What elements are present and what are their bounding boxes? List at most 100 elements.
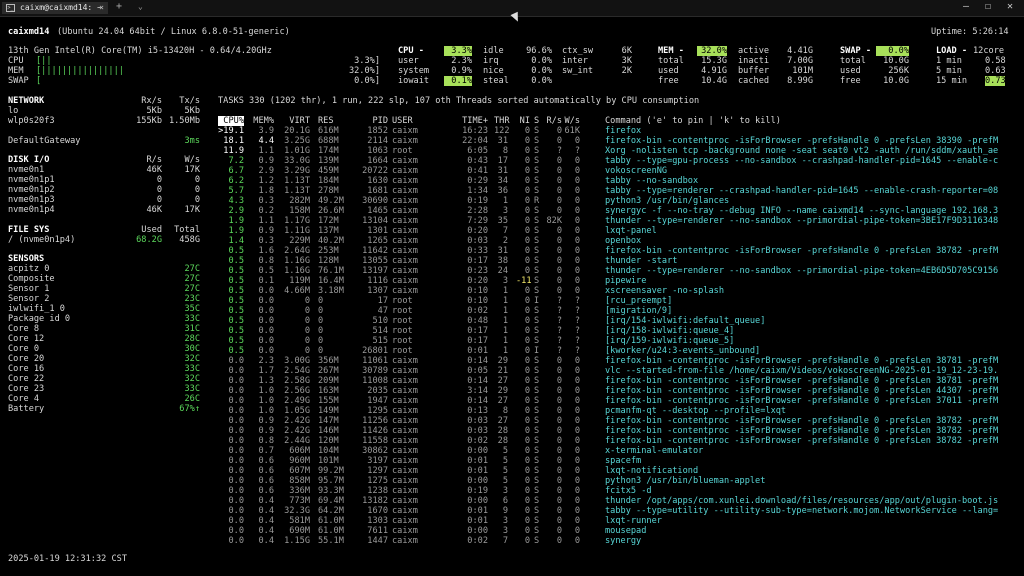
minimize-button[interactable]: — <box>963 1 969 12</box>
process-read-rate: 0 <box>556 436 562 446</box>
process-pid: 1238 <box>367 486 388 496</box>
process-mem-pct: 0.0 <box>258 336 274 346</box>
process-virt: 606M <box>289 446 310 456</box>
process-threads: 35 <box>497 216 508 226</box>
column-header-cpu-pct[interactable]: CPU% <box>218 116 244 126</box>
column-header-state[interactable]: S <box>534 116 542 126</box>
process-pid: 1630 <box>367 176 388 186</box>
swap-free-label: free <box>840 76 861 86</box>
column-header-command[interactable]: Command ('e' to pin | 'k' to kill) <box>605 116 781 126</box>
process-threads: 5 <box>502 476 508 486</box>
column-header-res[interactable]: RES <box>318 116 346 126</box>
process-nice: 0 <box>524 126 530 136</box>
default-gateway-value: 3ms <box>184 136 200 146</box>
process-time: 0:01 <box>467 466 488 476</box>
process-res: 128M <box>318 256 339 266</box>
process-res: 0 <box>318 296 324 306</box>
dropdown-icon[interactable]: ⌄ <box>138 2 143 11</box>
column-header-pid[interactable]: PID <box>350 116 388 126</box>
process-res: 104M <box>318 446 339 456</box>
process-nice: 0 <box>524 306 530 316</box>
process-nice: 0 <box>524 516 530 526</box>
sensor-value: 31C <box>184 324 200 334</box>
mem-used-value: 4.91G <box>701 66 727 76</box>
process-res: 0 <box>318 326 324 336</box>
process-nice: 0 <box>524 156 530 166</box>
process-cpu-pct: 0.5 <box>228 336 244 346</box>
process-mem-pct: 0.1 <box>258 276 274 286</box>
column-header-write-rate[interactable]: W/s <box>564 116 580 126</box>
process-state: S <box>534 226 540 236</box>
process-read-rate: 0 <box>556 176 562 186</box>
process-nice: 0 <box>524 486 530 496</box>
filesys-total-header: Total <box>174 225 200 235</box>
process-mem-pct: 0.0 <box>258 306 274 316</box>
process-read-rate: 0 <box>556 496 562 506</box>
process-cpu-pct: 0.5 <box>228 306 244 316</box>
process-virt: 33.0G <box>284 156 310 166</box>
process-command: lxqt-panel <box>605 226 657 236</box>
column-header-threads[interactable]: THR <box>494 116 510 126</box>
process-command: thunder -start <box>605 256 678 266</box>
column-header-virt[interactable]: VIRT <box>280 116 310 126</box>
cpu-irq-label: irq <box>483 56 499 66</box>
new-tab-button[interactable]: + <box>116 1 122 12</box>
process-user: root <box>392 306 413 316</box>
process-virt: 32.3G <box>284 506 310 516</box>
column-header-time[interactable]: TIME+ <box>454 116 488 126</box>
close-window-button[interactable]: ✕ <box>1007 1 1013 12</box>
column-header-mem-pct[interactable]: MEM% <box>252 116 274 126</box>
process-write-rate: 0 <box>574 236 580 246</box>
process-nice: 0 <box>524 146 530 156</box>
process-pid: 3197 <box>367 456 388 466</box>
process-res: 163M <box>318 386 339 396</box>
process-state: S <box>534 506 540 516</box>
process-state: S <box>534 176 540 186</box>
process-mem-pct: 0.0 <box>258 346 274 356</box>
process-time: 0:05 <box>467 366 488 376</box>
maximize-button[interactable]: ☐ <box>985 1 991 12</box>
process-nice: 0 <box>524 236 530 246</box>
sensor-value: 26C <box>184 394 200 404</box>
process-virt: 1.01G <box>284 146 310 156</box>
process-state: S <box>534 496 540 506</box>
process-cpu-pct: 0.0 <box>228 406 244 416</box>
process-res: 49.2M <box>318 196 344 206</box>
disk-name: nvme0n1p1 <box>8 175 55 185</box>
column-header-user[interactable]: USER <box>392 116 422 126</box>
sensor-value: 27C <box>184 284 200 294</box>
swap-pct: 0.0% <box>876 46 909 56</box>
process-write-rate: 0 <box>574 196 580 206</box>
sensor-name: Core 4 <box>8 394 40 404</box>
terminal-tab[interactable]: >_ caixm@caixmd14: ~ × <box>2 2 108 14</box>
process-state: S <box>534 356 540 366</box>
process-state: S <box>534 256 540 266</box>
close-tab-icon[interactable]: × <box>99 2 104 14</box>
process-virt: 2.42G <box>284 416 310 426</box>
column-header-read-rate[interactable]: R/s <box>546 116 562 126</box>
column-header-nice[interactable]: NI <box>516 116 530 126</box>
process-user: caixm <box>392 166 418 176</box>
process-nice: 0 <box>524 346 530 356</box>
mem-buffer-value: 101M <box>792 66 813 76</box>
process-virt: 336M <box>289 486 310 496</box>
process-command: firefox-bin -contentproc -isForBrowser -… <box>605 436 999 446</box>
process-pid: 13197 <box>362 266 388 276</box>
process-state: S <box>534 526 540 536</box>
process-mem-pct: 0.9 <box>258 416 274 426</box>
process-threads: 1 <box>502 286 508 296</box>
process-res: 139M <box>318 156 339 166</box>
process-user: caixm <box>392 496 418 506</box>
process-threads: 34 <box>497 176 508 186</box>
sensor-value: 32C <box>184 354 200 364</box>
process-threads: 7 <box>502 226 508 236</box>
process-time: 0:01 <box>467 516 488 526</box>
process-state: S <box>534 486 540 496</box>
process-user: caixm <box>392 156 418 166</box>
process-read-rate: 0 <box>556 206 562 216</box>
process-state: S <box>534 146 540 156</box>
process-time: 0:03 <box>467 236 488 246</box>
process-state: S <box>534 156 540 166</box>
process-read-rate: ? <box>556 326 562 336</box>
process-write-rate: 0 <box>574 526 580 536</box>
